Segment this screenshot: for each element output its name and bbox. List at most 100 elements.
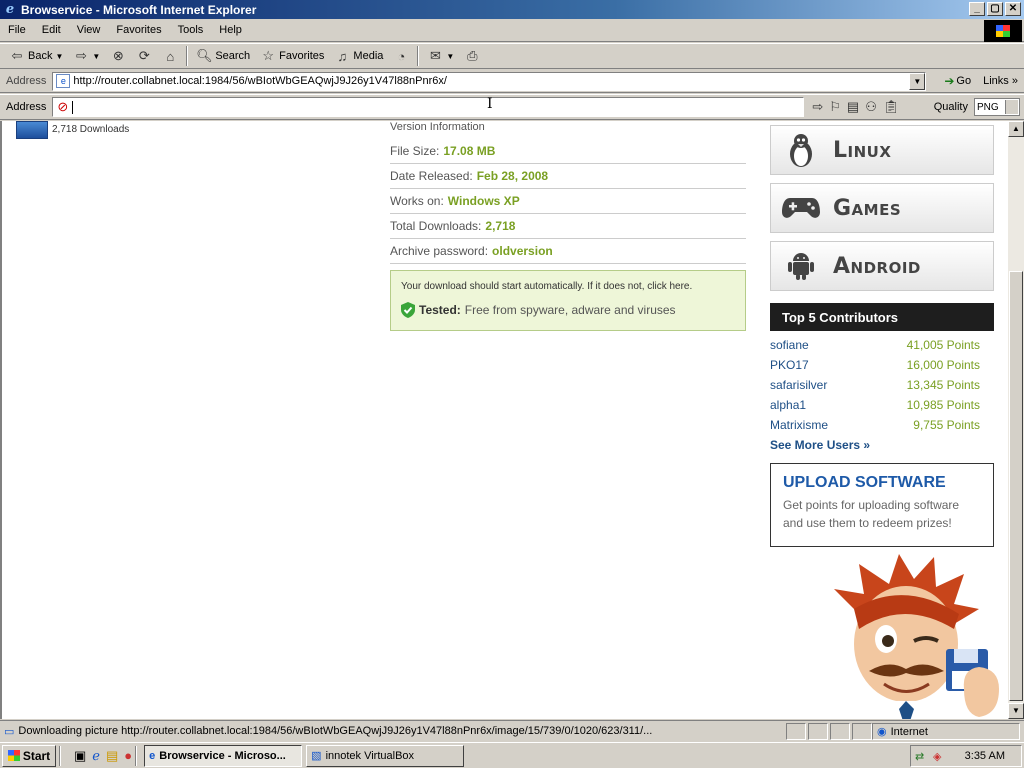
- ie-quicklaunch-icon[interactable]: ℯ: [92, 748, 100, 764]
- refresh-icon: ⟳: [138, 48, 150, 63]
- contributor-name[interactable]: Matrixisme: [770, 418, 828, 432]
- platform-linux-button[interactable]: Linux: [770, 125, 994, 175]
- mail-icon: ✉: [429, 48, 441, 63]
- vertical-scrollbar[interactable]: ▲ ▼: [1008, 121, 1024, 719]
- menu-bar: File Edit View Favorites Tools Help: [0, 19, 1024, 42]
- go-button[interactable]: ➔ Go: [944, 74, 971, 88]
- contributor-name[interactable]: PKO17: [770, 358, 809, 372]
- version-info: Version Information File Size: 17.08 MB D…: [390, 121, 746, 331]
- mail-dropdown-icon[interactable]: ▼: [446, 52, 454, 61]
- media-icon: ♫: [337, 48, 348, 64]
- home-button[interactable]: ⌂: [157, 45, 183, 67]
- contributor-name[interactable]: safarisilver: [770, 378, 827, 392]
- address-dropdown-button[interactable]: ▼: [909, 72, 926, 90]
- bookmark-icon[interactable]: ⚐: [829, 99, 841, 115]
- see-more-users-link[interactable]: See More Users »: [770, 435, 994, 455]
- navigate-arrow-icon[interactable]: ⇨: [812, 99, 823, 115]
- standard-toolbar: ⇦ Back ▼ ⇨ ▼ ⊗ ⟳ ⌂ 🔍︎ Search ☆ Favorites…: [0, 43, 1024, 69]
- links-chevron-icon: »: [1011, 75, 1018, 87]
- stop-button[interactable]: ⊗: [105, 45, 131, 67]
- clipboard-icon[interactable]: 📋︎: [883, 99, 900, 115]
- info-value: 2,718: [485, 219, 516, 233]
- text-cursor-icon: I: [487, 96, 493, 112]
- menu-view[interactable]: View: [69, 24, 109, 36]
- menu-tools[interactable]: Tools: [170, 24, 212, 36]
- task-virtualbox[interactable]: ▧ innotek VirtualBox: [306, 744, 465, 767]
- task-label: Browservice - Microso...: [159, 749, 286, 762]
- find-binoculars-icon[interactable]: ⚇: [865, 99, 877, 115]
- start-button[interactable]: Start: [2, 744, 56, 767]
- refresh-button[interactable]: ⟳: [131, 45, 157, 67]
- contributor-name[interactable]: alpha1: [770, 398, 806, 412]
- forward-arrow-icon: ⇨: [75, 48, 87, 63]
- download-count-text: 2,718 Downloads: [52, 124, 130, 135]
- history-button[interactable]: ◔: [388, 45, 414, 67]
- explorer-icon[interactable]: ▤: [106, 748, 118, 764]
- search-label: Search: [215, 50, 251, 62]
- close-button[interactable]: ✕: [1005, 2, 1021, 16]
- browservice-address-input[interactable]: ⊘: [52, 97, 805, 117]
- address-bar: Address e http://router.collabnet.local:…: [0, 70, 1024, 93]
- address-input[interactable]: e http://router.collabnet.local:1984/56/…: [52, 71, 927, 91]
- back-label: Back: [28, 50, 53, 62]
- task-browservice[interactable]: e Browservice - Microso...: [144, 744, 303, 767]
- media-button[interactable]: ♫ Media: [329, 45, 388, 67]
- scroll-down-arrow-icon[interactable]: ▼: [1008, 703, 1024, 719]
- windows-logo-icon: [984, 20, 1022, 42]
- scroll-up-arrow-icon[interactable]: ▲: [1008, 121, 1024, 137]
- status-cell: [852, 722, 872, 740]
- back-dropdown-icon[interactable]: ▼: [55, 52, 63, 61]
- menu-favorites[interactable]: Favorites: [108, 24, 169, 36]
- back-button[interactable]: ⇦ Back ▼: [4, 45, 68, 67]
- menu-edit[interactable]: Edit: [34, 24, 69, 36]
- task-label: innotek VirtualBox: [325, 749, 415, 762]
- menu-help[interactable]: Help: [211, 24, 250, 36]
- info-value: Feb 28, 2008: [476, 169, 549, 183]
- media-player-icon[interactable]: ●: [124, 748, 132, 764]
- favorites-label: Favorites: [279, 50, 325, 62]
- menu-file[interactable]: File: [0, 24, 34, 36]
- maximize-button[interactable]: ▢: [987, 2, 1003, 16]
- printer-icon: ⎙: [467, 48, 478, 63]
- security-icon[interactable]: ◈: [933, 750, 941, 763]
- list-item: alpha1 10,985 Points: [770, 395, 994, 415]
- toolbar-separator: [186, 46, 189, 66]
- clock[interactable]: 3:35 AM: [965, 750, 1005, 762]
- android-robot-icon: [781, 251, 821, 281]
- upload-software-panel[interactable]: UPLOAD SOFTWARE Get points for uploading…: [770, 463, 994, 547]
- platform-android-button[interactable]: Android: [770, 241, 994, 291]
- links-button[interactable]: Links »: [983, 75, 1018, 87]
- platform-games-button[interactable]: Games: [770, 183, 994, 233]
- address-label: Address: [6, 75, 47, 87]
- quality-select[interactable]: PNG: [974, 98, 1020, 116]
- list-item: sofiane 41,005 Points: [770, 335, 994, 355]
- info-row-file-size: File Size: 17.08 MB: [390, 139, 746, 164]
- info-label: Archive password:: [390, 244, 489, 258]
- mail-button[interactable]: ✉ ▼: [422, 45, 459, 67]
- forward-dropdown-icon[interactable]: ▼: [92, 52, 100, 61]
- show-desktop-icon[interactable]: ▣: [74, 748, 86, 764]
- contributor-name[interactable]: sofiane: [770, 338, 809, 352]
- info-row-works-on: Works on: Windows XP: [390, 189, 746, 214]
- search-button[interactable]: 🔍︎ Search: [191, 45, 255, 67]
- windows-flag-icon: [7, 750, 20, 761]
- upload-title: UPLOAD SOFTWARE: [783, 474, 946, 491]
- list-item: Matrixisme 9,755 Points: [770, 415, 994, 435]
- page-loading-icon: ▭: [4, 725, 15, 738]
- browservice-address-label: Address: [6, 101, 47, 113]
- scroll-thumb[interactable]: [1009, 271, 1023, 701]
- quality-value: PNG: [977, 101, 999, 113]
- favorites-button[interactable]: ☆ Favorites: [255, 45, 329, 67]
- forward-button[interactable]: ⇨ ▼: [68, 45, 105, 67]
- start-label: Start: [22, 748, 51, 763]
- minimize-button[interactable]: _: [969, 2, 985, 16]
- back-arrow-icon: ⇦: [11, 48, 23, 63]
- download-message[interactable]: Your download should start automatically…: [401, 281, 735, 292]
- bookmarks-list-icon[interactable]: ▤: [847, 99, 859, 115]
- ie-logo-icon: e: [5, 2, 15, 17]
- contributors-list: sofiane 41,005 Points PKO17 16,000 Points …: [770, 335, 994, 455]
- print-button[interactable]: ⎙: [459, 45, 485, 67]
- network-icon[interactable]: ⇄: [915, 750, 924, 763]
- info-value[interactable]: Windows XP: [448, 194, 520, 208]
- virtualbox-task-icon: ▧: [311, 750, 322, 762]
